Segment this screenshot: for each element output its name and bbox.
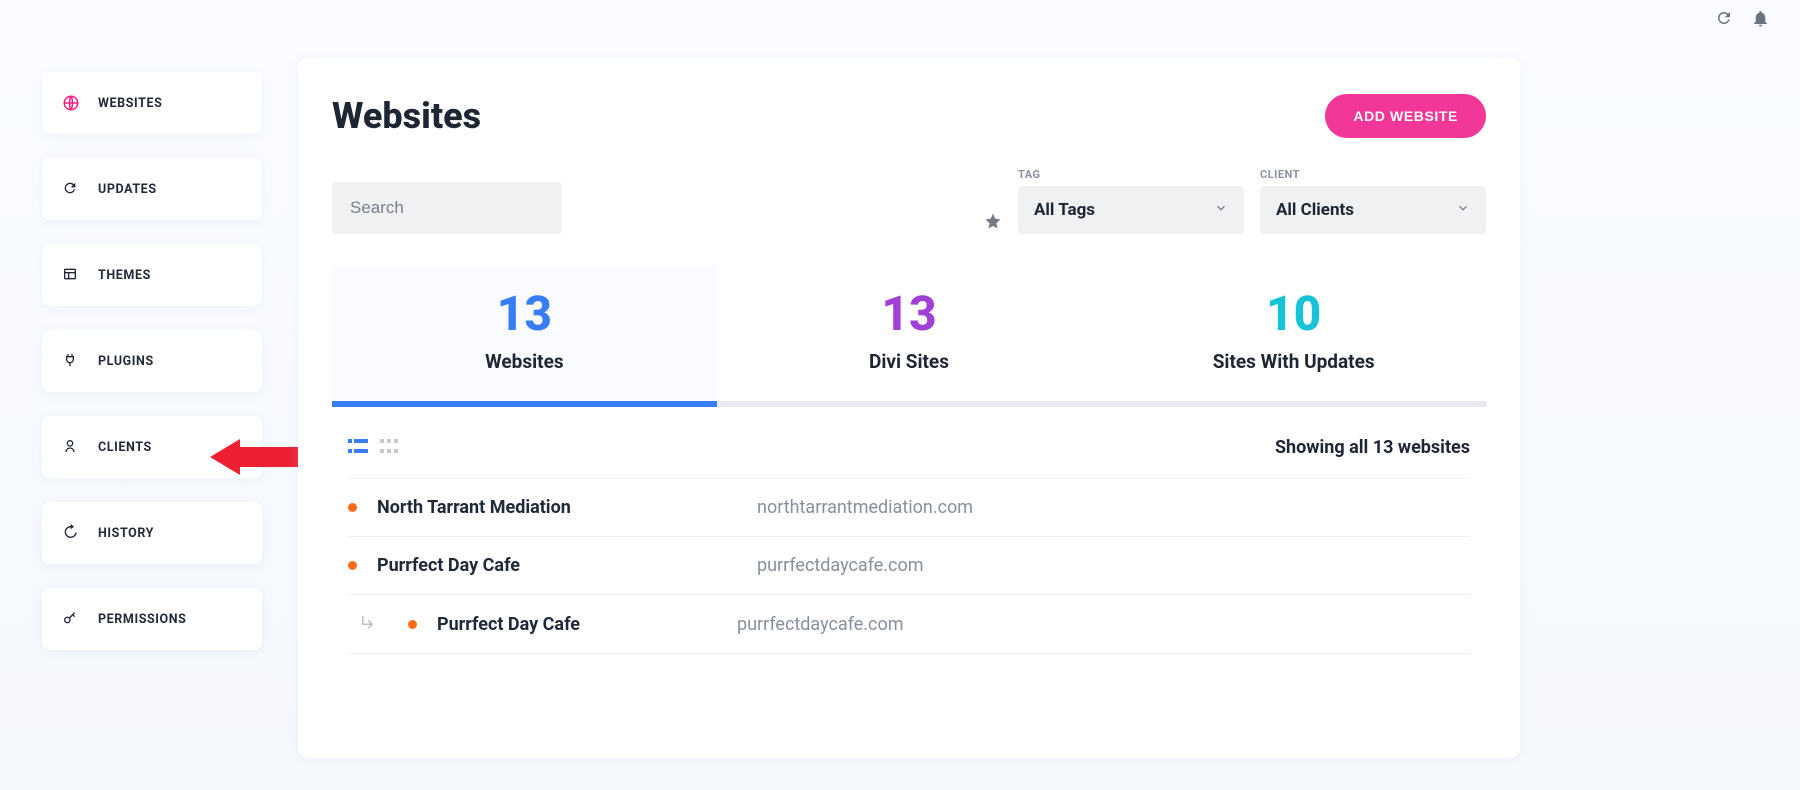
- site-url: purrfectdaycafe.com: [757, 555, 924, 576]
- site-row[interactable]: North Tarrant Mediation northtarrantmedi…: [348, 479, 1470, 537]
- history-icon: [62, 524, 80, 542]
- site-name: Purrfect Day Cafe: [437, 614, 717, 635]
- site-row[interactable]: Purrfect Day Cafe purrfectdaycafe.com: [348, 595, 1470, 654]
- sidebar-label: THEMES: [98, 268, 151, 283]
- site-name: North Tarrant Mediation: [377, 497, 737, 518]
- favorite-filter-icon[interactable]: [984, 212, 1002, 234]
- sidebar-item-themes[interactable]: THEMES: [42, 244, 262, 306]
- sidebar-item-updates[interactable]: UPDATES: [42, 158, 262, 220]
- stat-label: Sites With Updates: [1101, 350, 1486, 373]
- chevron-down-icon: [1456, 200, 1470, 220]
- status-dot-icon: [408, 620, 417, 629]
- sidebar-item-history[interactable]: HISTORY: [42, 502, 262, 564]
- sidebar: WEBSITES UPDATES THEMES PLUGINS CLIENTS …: [42, 72, 262, 650]
- chevron-down-icon: [1214, 200, 1228, 220]
- stat-tab-updates[interactable]: 10 Sites With Updates: [1101, 266, 1486, 401]
- sidebar-label: PERMISSIONS: [98, 612, 186, 627]
- main-panel: Websites ADD WEBSITE TAG All Tags CLIENT…: [298, 58, 1520, 758]
- layout-icon: [62, 266, 80, 284]
- refresh-icon[interactable]: [1715, 9, 1733, 31]
- client-filter-select[interactable]: All Clients: [1260, 186, 1486, 234]
- subdirectory-arrow-icon: [348, 613, 388, 635]
- list-view-icon[interactable]: [348, 438, 368, 457]
- sidebar-item-websites[interactable]: WEBSITES: [42, 72, 262, 134]
- page-title: Websites: [332, 95, 481, 137]
- refresh-icon: [62, 180, 80, 198]
- site-row[interactable]: Purrfect Day Cafe purrfectdaycafe.com: [348, 537, 1470, 595]
- key-icon: [62, 610, 80, 628]
- plug-icon: [62, 352, 80, 370]
- showing-count: Showing all 13 websites: [1275, 437, 1470, 458]
- status-dot-icon: [348, 503, 357, 512]
- site-url: northtarrantmediation.com: [757, 497, 973, 518]
- stat-label: Websites: [332, 350, 717, 373]
- stat-tab-websites[interactable]: 13 Websites: [332, 266, 717, 401]
- site-url: purrfectdaycafe.com: [737, 614, 904, 635]
- user-icon: [62, 438, 80, 456]
- sidebar-label: WEBSITES: [98, 96, 162, 111]
- site-name: Purrfect Day Cafe: [377, 555, 737, 576]
- add-website-button[interactable]: ADD WEBSITE: [1325, 94, 1486, 138]
- tag-filter-select[interactable]: All Tags: [1018, 186, 1244, 234]
- sidebar-label: UPDATES: [98, 182, 157, 197]
- sidebar-label: PLUGINS: [98, 354, 154, 369]
- stat-value: 13: [717, 290, 1102, 338]
- sidebar-label: CLIENTS: [98, 440, 152, 455]
- tag-filter-label: TAG: [1018, 168, 1244, 181]
- tag-filter-value: All Tags: [1034, 200, 1095, 220]
- sidebar-item-plugins[interactable]: PLUGINS: [42, 330, 262, 392]
- bell-icon[interactable]: [1751, 9, 1770, 32]
- search-input[interactable]: [332, 182, 562, 234]
- status-dot-icon: [348, 561, 357, 570]
- grid-view-icon[interactable]: [380, 438, 398, 457]
- stat-value: 13: [332, 290, 717, 338]
- client-filter-label: CLIENT: [1260, 168, 1486, 181]
- annotation-arrow-icon: [210, 435, 302, 479]
- sidebar-item-permissions[interactable]: PERMISSIONS: [42, 588, 262, 650]
- stat-tab-divi-sites[interactable]: 13 Divi Sites: [717, 266, 1102, 401]
- stat-label: Divi Sites: [717, 350, 1102, 373]
- stat-value: 10: [1101, 290, 1486, 338]
- globe-icon: [62, 94, 80, 112]
- client-filter-value: All Clients: [1276, 200, 1354, 220]
- sidebar-label: HISTORY: [98, 526, 154, 541]
